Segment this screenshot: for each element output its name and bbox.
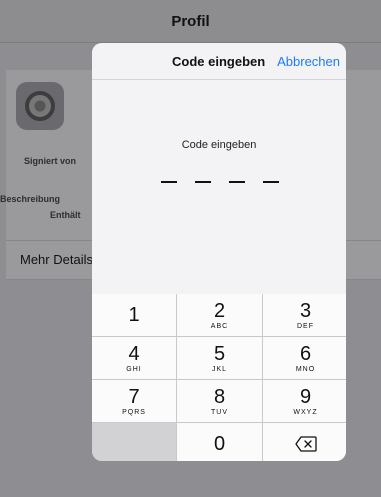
key-5[interactable]: 5 JKL — [177, 337, 262, 379]
key-letters: DEF — [297, 322, 314, 330]
key-9[interactable]: 9 WXYZ — [263, 380, 346, 422]
key-digit: 2 — [213, 299, 226, 322]
key-digit: 3 — [299, 299, 312, 322]
key-1[interactable]: 1 — [92, 294, 176, 336]
key-0[interactable]: 0 — [177, 423, 262, 461]
modal-header: Code eingeben Abbrechen — [92, 43, 346, 80]
key-digit: 1 — [128, 304, 140, 326]
signed-by-label: Signiert von — [24, 156, 77, 166]
key-4[interactable]: 4 GHI — [92, 337, 176, 379]
nav-title: Profil — [171, 12, 210, 30]
key-digit: 8 — [213, 385, 226, 408]
passcode-modal: Code eingeben Abbrechen Code eingeben 1 … — [92, 43, 346, 461]
key-digit: 7 — [128, 385, 140, 408]
key-letters: WXYZ — [293, 408, 318, 416]
key-letters: ABC — [210, 322, 229, 330]
key-letters: TUV — [211, 408, 228, 416]
contains-label: Enthält — [50, 210, 81, 220]
backspace-icon — [294, 435, 317, 452]
code-digit-slot — [263, 181, 279, 183]
code-prompt: Code eingeben — [181, 139, 257, 151]
description-label: Beschreibung — [0, 194, 61, 204]
key-letters: MNO — [295, 365, 316, 373]
key-digit: 6 — [299, 342, 312, 365]
key-digit: 4 — [128, 342, 140, 365]
key-letters: GHI — [126, 365, 142, 373]
key-8[interactable]: 8 TUV — [177, 380, 262, 422]
more-details-label: Mehr Details — [20, 252, 93, 267]
key-7[interactable]: 7 PQRS — [92, 380, 176, 422]
nav-bar: Profil — [0, 0, 381, 43]
numeric-keypad: 1 2 ABC 3 DEF 4 GHI 5 JKL 6 MNO 7 PQRS 8… — [92, 294, 346, 461]
cancel-button[interactable]: Abbrechen — [277, 54, 340, 69]
settings-app-icon — [16, 82, 64, 130]
modal-title: Code eingeben — [172, 54, 266, 69]
code-digit-slot — [161, 181, 177, 183]
key-digit: 5 — [213, 342, 226, 365]
key-digit: 0 — [213, 432, 226, 455]
backspace-key[interactable] — [263, 423, 346, 461]
code-entry-field — [161, 181, 279, 185]
key-letters: JKL — [211, 365, 228, 373]
key-empty — [92, 423, 176, 461]
key-letters: PQRS — [122, 408, 146, 416]
key-2[interactable]: 2 ABC — [177, 294, 262, 336]
key-6[interactable]: 6 MNO — [263, 337, 346, 379]
code-digit-slot — [195, 181, 211, 183]
key-digit: 9 — [299, 385, 312, 408]
code-digit-slot — [229, 181, 245, 183]
key-3[interactable]: 3 DEF — [263, 294, 346, 336]
